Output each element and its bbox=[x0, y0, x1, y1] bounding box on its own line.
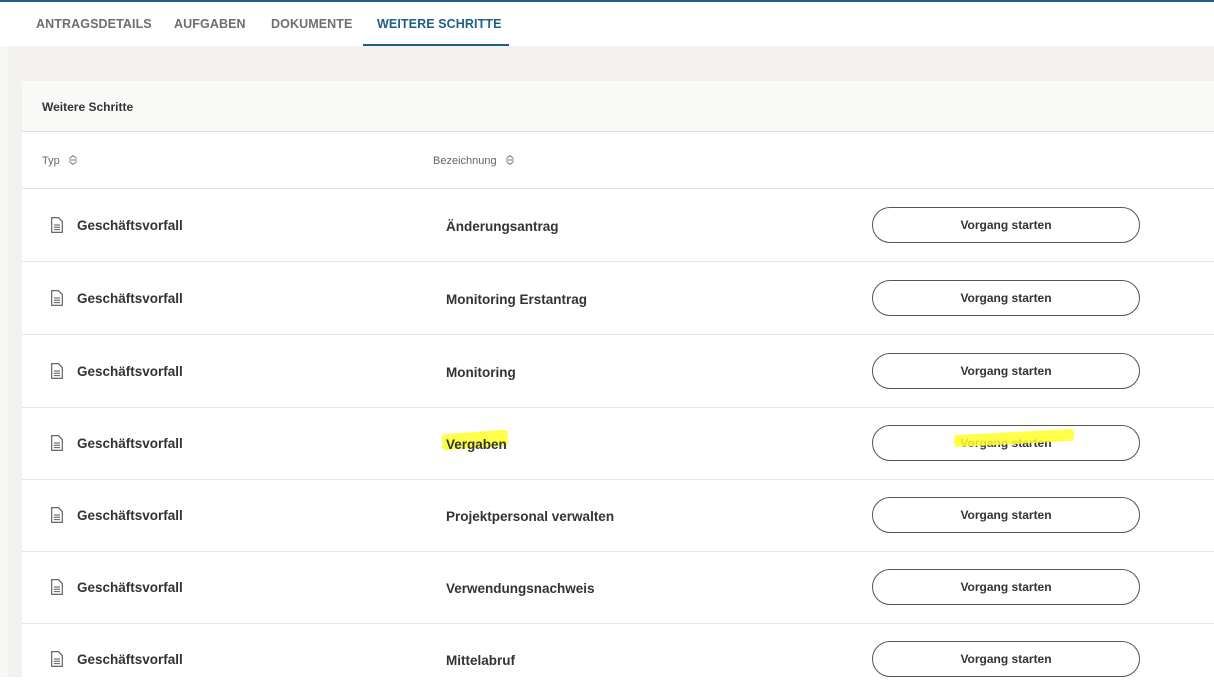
column-header-typ[interactable]: Typ bbox=[42, 154, 78, 167]
panel-header: Weitere Schritte bbox=[22, 81, 1214, 132]
row-name: Verwendungsnachweis bbox=[446, 581, 595, 596]
row-name: Änderungsantrag bbox=[446, 219, 559, 234]
table-row: Geschäftsvorfall Vergaben Vorgang starte… bbox=[22, 407, 1214, 480]
table-row: Geschäftsvorfall Verwendungsnachweis Vor… bbox=[22, 551, 1214, 624]
row-type: Geschäftsvorfall bbox=[77, 436, 183, 451]
row-name: Vergaben bbox=[446, 437, 507, 452]
tab-dokumente[interactable]: DOKUMENTE bbox=[271, 17, 352, 31]
table-row: Geschäftsvorfall Mittelabruf Vorgang sta… bbox=[22, 623, 1214, 695]
weitere-schritte-panel: Weitere Schritte Typ Bezeichnung Geschäf… bbox=[22, 81, 1214, 677]
sort-icon[interactable] bbox=[505, 154, 515, 166]
document-icon bbox=[51, 217, 63, 233]
document-icon bbox=[51, 290, 63, 306]
document-icon bbox=[51, 363, 63, 379]
column-label-bezeichnung: Bezeichnung bbox=[433, 155, 497, 167]
row-type: Geschäftsvorfall bbox=[77, 652, 183, 667]
row-name: Monitoring Erstantrag bbox=[446, 292, 587, 307]
row-type: Geschäftsvorfall bbox=[77, 364, 183, 379]
row-name: Projektpersonal verwalten bbox=[446, 509, 615, 524]
table-row: Geschäftsvorfall Monitoring Erstantrag V… bbox=[22, 262, 1214, 335]
vorgang-starten-button[interactable]: Vorgang starten bbox=[872, 497, 1140, 533]
row-type: Geschäftsvorfall bbox=[77, 580, 183, 595]
vorgang-starten-button[interactable]: Vorgang starten bbox=[872, 569, 1140, 605]
column-label-typ: Typ bbox=[42, 155, 60, 167]
table-row: Geschäftsvorfall Monitoring Vorgang star… bbox=[22, 335, 1214, 408]
left-edge bbox=[0, 46, 8, 677]
table-row: Geschäftsvorfall Änderungsantrag Vorgang… bbox=[22, 189, 1214, 262]
row-name: Monitoring bbox=[446, 365, 516, 380]
row-type: Geschäftsvorfall bbox=[77, 291, 183, 306]
vorgang-starten-button[interactable]: Vorgang starten bbox=[872, 353, 1140, 389]
panel-title: Weitere Schritte bbox=[42, 100, 134, 114]
tab-antragsdetails[interactable]: ANTRAGSDETAILS bbox=[36, 17, 152, 31]
vorgang-starten-button[interactable]: Vorgang starten bbox=[872, 280, 1140, 316]
row-type: Geschäftsvorfall bbox=[77, 508, 183, 523]
document-icon bbox=[51, 651, 63, 667]
sort-icon[interactable] bbox=[68, 154, 78, 166]
vorgang-starten-button[interactable]: Vorgang starten bbox=[872, 641, 1140, 677]
document-icon bbox=[51, 435, 63, 451]
tab-weitere-schritte[interactable]: WEITERE SCHRITTE bbox=[377, 17, 502, 31]
document-icon bbox=[51, 507, 63, 523]
row-name: Mittelabruf bbox=[446, 653, 515, 668]
table-header: Typ Bezeichnung bbox=[22, 132, 1214, 189]
vorgang-starten-button[interactable]: Vorgang starten bbox=[872, 207, 1140, 243]
tab-aufgaben[interactable]: AUFGABEN bbox=[174, 17, 246, 31]
document-icon bbox=[51, 579, 63, 595]
table-row: Geschäftsvorfall Projektpersonal verwalt… bbox=[22, 479, 1214, 552]
tab-bar: ANTRAGSDETAILS AUFGABEN DOKUMENTE WEITER… bbox=[0, 2, 1214, 47]
column-header-bezeichnung[interactable]: Bezeichnung bbox=[433, 154, 515, 167]
row-type: Geschäftsvorfall bbox=[77, 218, 183, 233]
